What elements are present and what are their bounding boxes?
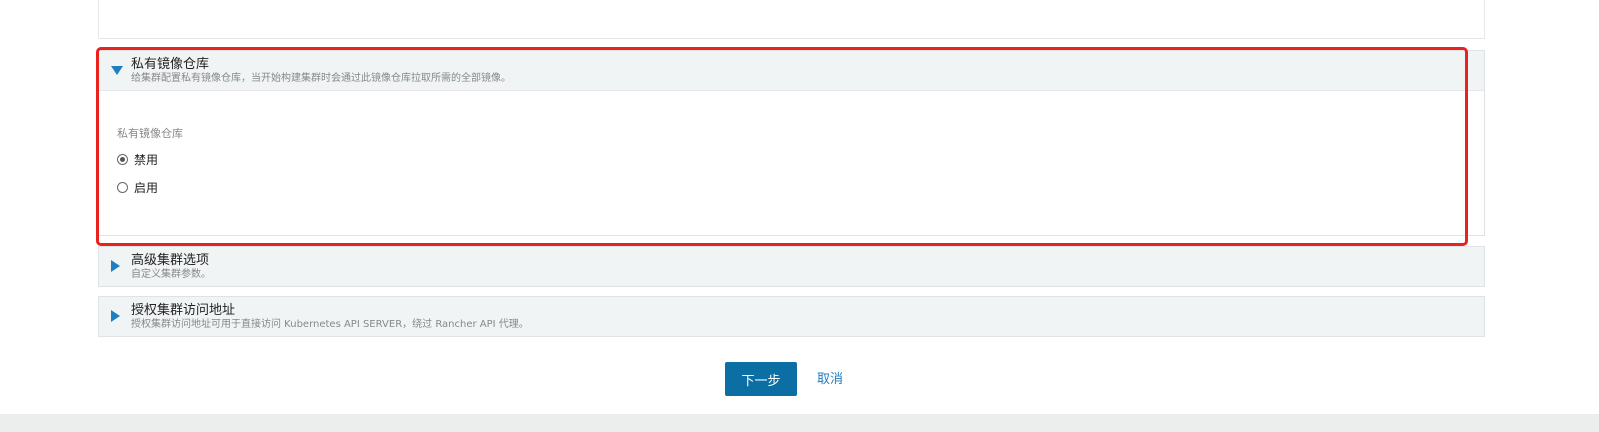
advanced-options-header[interactable]: 高级集群选项 自定义集群参数。 [99,247,1484,286]
advanced-options-section: 高级集群选项 自定义集群参数。 [98,246,1485,287]
private-registry-header[interactable]: 私有镜像仓库 给集群配置私有镜像仓库，当开始构建集群时会通过此镜像仓库拉取所需的… [99,51,1484,90]
page-footer [0,414,1599,432]
triangle-right-icon [111,260,120,272]
section-description: 自定义集群参数。 [131,269,211,280]
radio-enable[interactable]: 启用 [117,179,158,196]
field-label: 私有镜像仓库 [117,127,183,140]
private-registry-section: 私有镜像仓库 给集群配置私有镜像仓库，当开始构建集群时会通过此镜像仓库拉取所需的… [98,50,1485,236]
private-registry-body: 私有镜像仓库 禁用 启用 [99,90,1484,235]
previous-section-panel [98,0,1485,39]
radio-label: 禁用 [134,153,159,167]
radio-label: 启用 [134,181,159,195]
section-title: 高级集群选项 [131,253,210,268]
radio-circle-checked[interactable] [117,154,128,165]
radio-circle[interactable] [117,182,128,193]
section-description: 授权集群访问地址可用于直接访问 Kubernetes API SERVER，绕过… [131,319,529,330]
section-description: 给集群配置私有镜像仓库，当开始构建集群时会通过此镜像仓库拉取所需的全部镜像。 [131,73,511,84]
triangle-down-icon [111,66,123,75]
next-button[interactable]: 下一步 [725,362,797,396]
section-title: 授权集群访问地址 [131,303,236,318]
cancel-link[interactable]: 取消 [817,368,843,387]
radio-disable[interactable]: 禁用 [117,151,158,168]
authorized-endpoint-section: 授权集群访问地址 授权集群访问地址可用于直接访问 Kubernetes API … [98,296,1485,337]
section-title: 私有镜像仓库 [131,57,210,72]
triangle-right-icon [111,310,120,322]
authorized-endpoint-header[interactable]: 授权集群访问地址 授权集群访问地址可用于直接访问 Kubernetes API … [99,297,1484,336]
